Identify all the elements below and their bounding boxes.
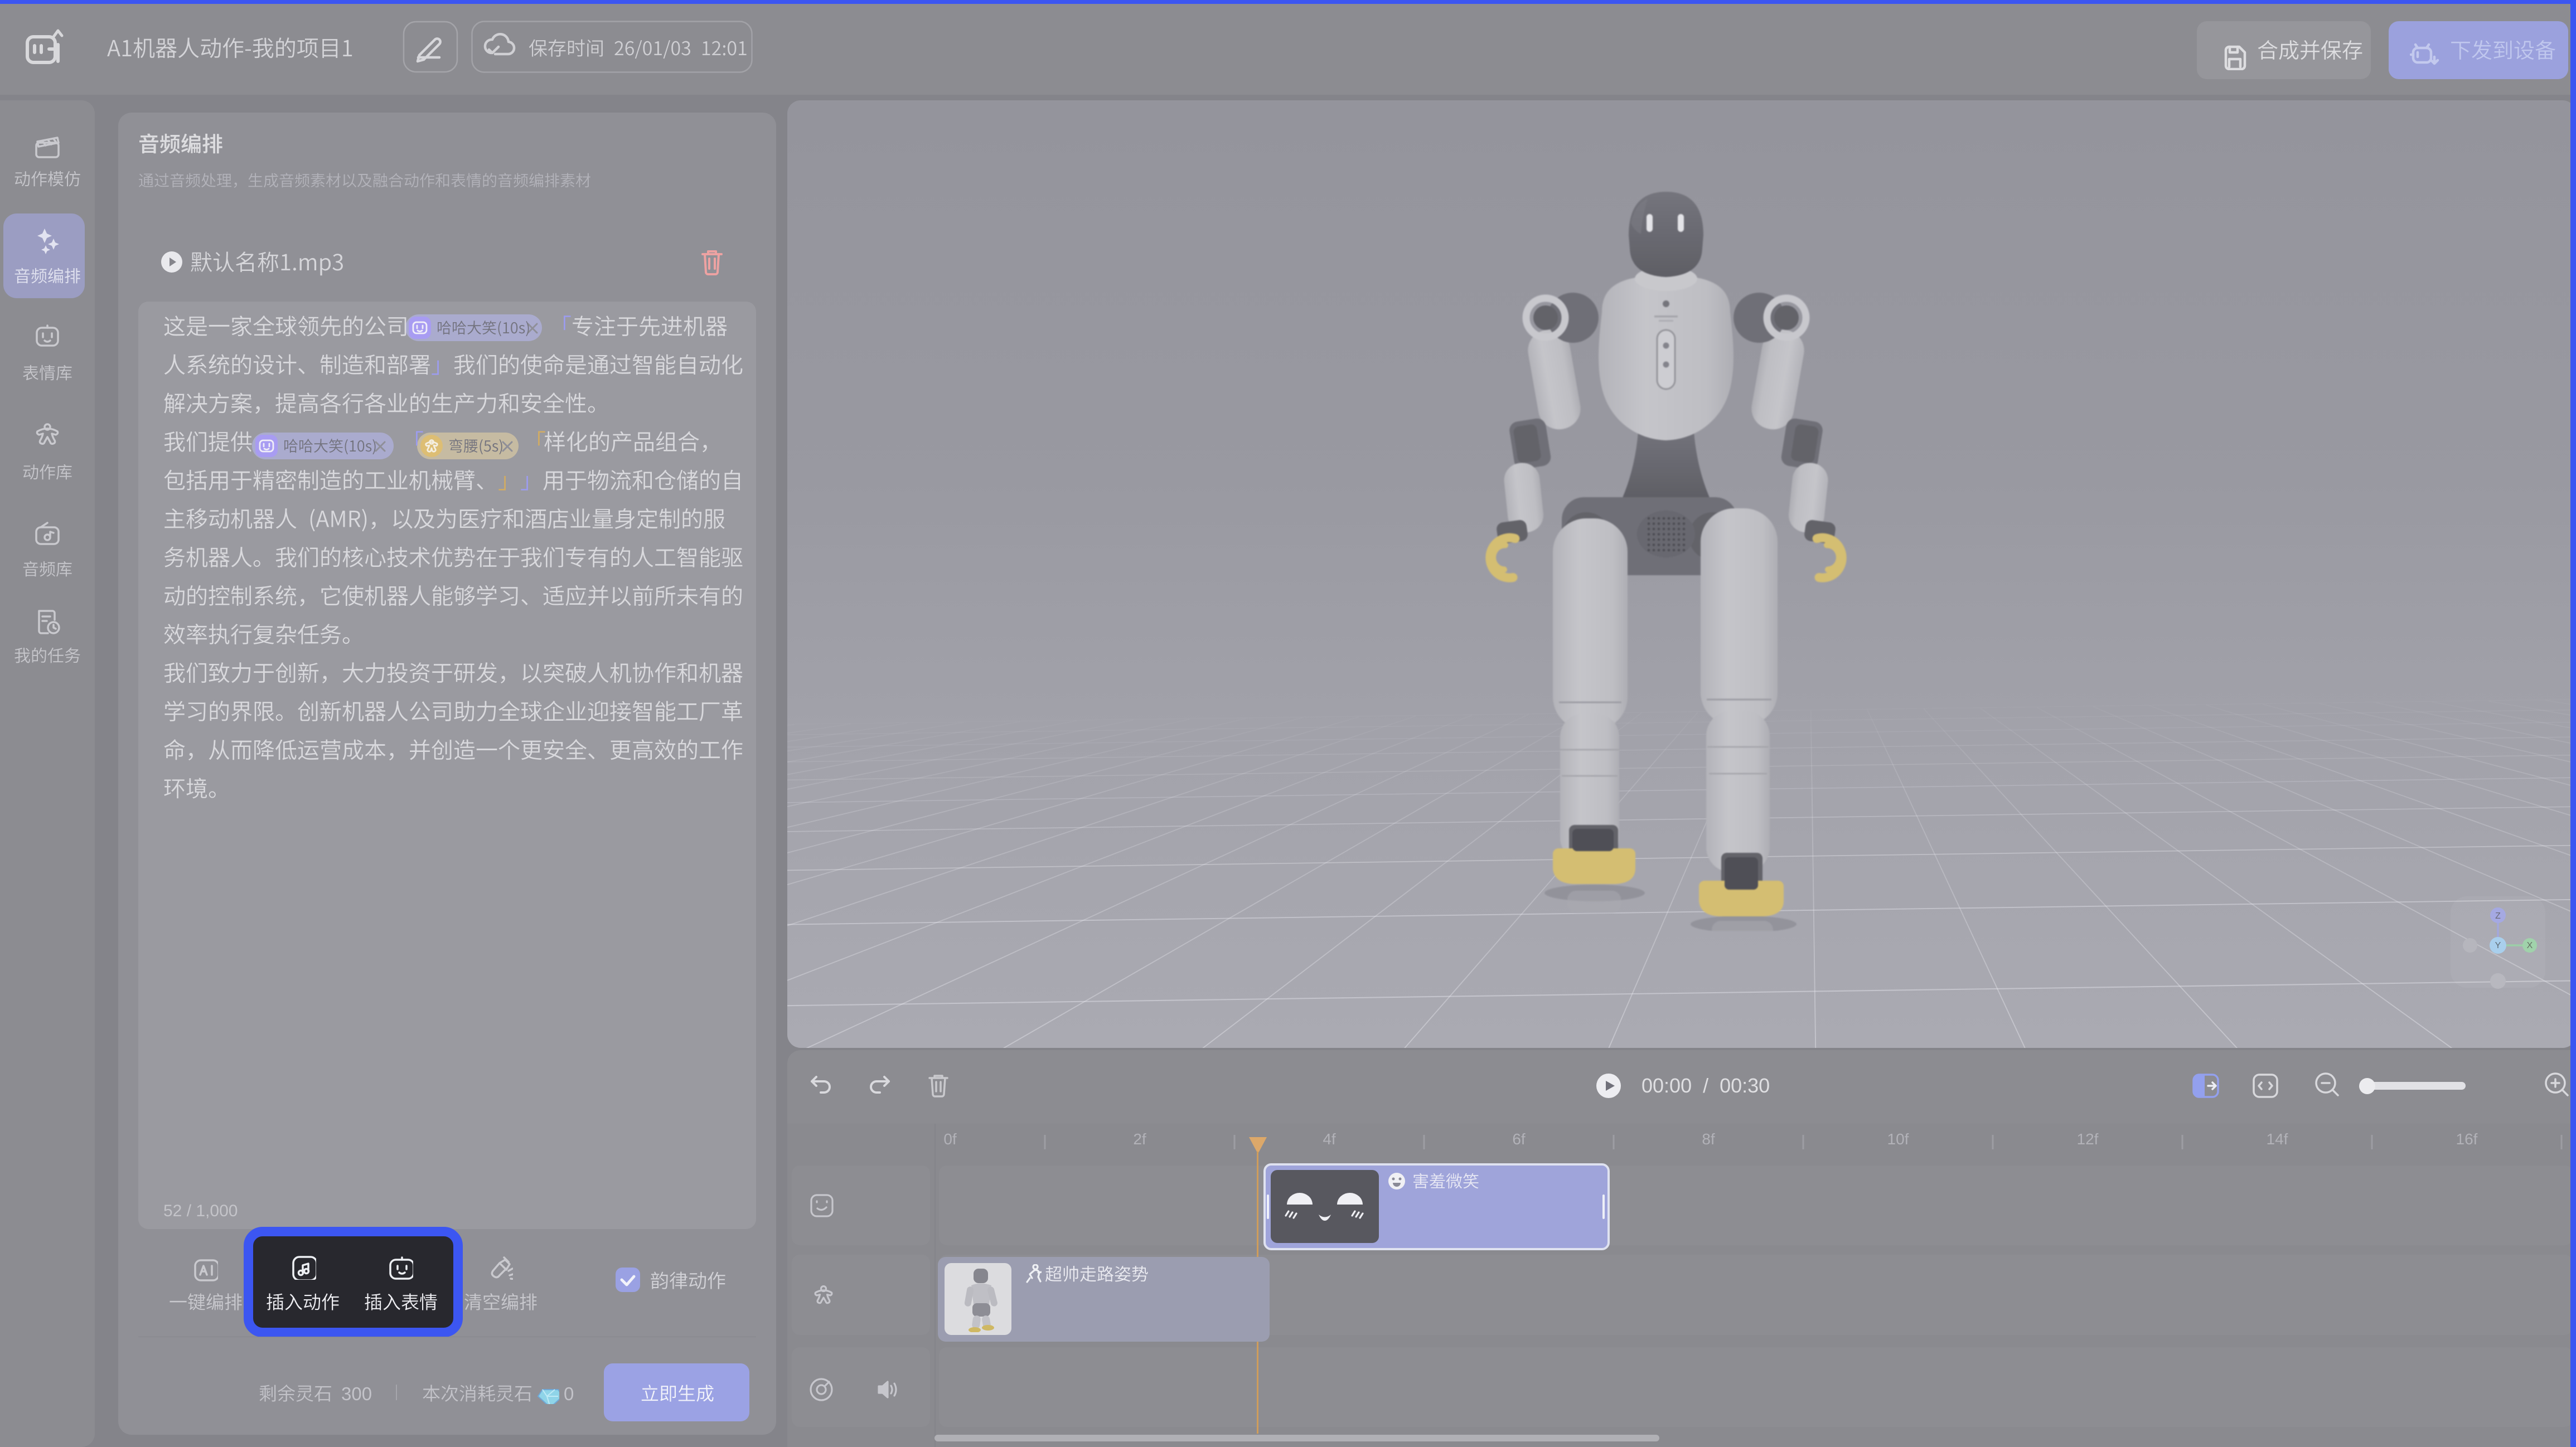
svg-text:0f: 0f: [943, 1130, 957, 1148]
svg-text:10f: 10f: [1887, 1130, 1909, 1148]
svg-text:8f: 8f: [1702, 1130, 1715, 1148]
svg-text:14f: 14f: [2267, 1130, 2288, 1148]
svg-text:2f: 2f: [1133, 1130, 1146, 1148]
svg-text:16f: 16f: [2456, 1130, 2478, 1148]
svg-text:4f: 4f: [1323, 1130, 1336, 1148]
svg-text:12f: 12f: [2077, 1130, 2099, 1148]
svg-text:6f: 6f: [1512, 1130, 1526, 1148]
